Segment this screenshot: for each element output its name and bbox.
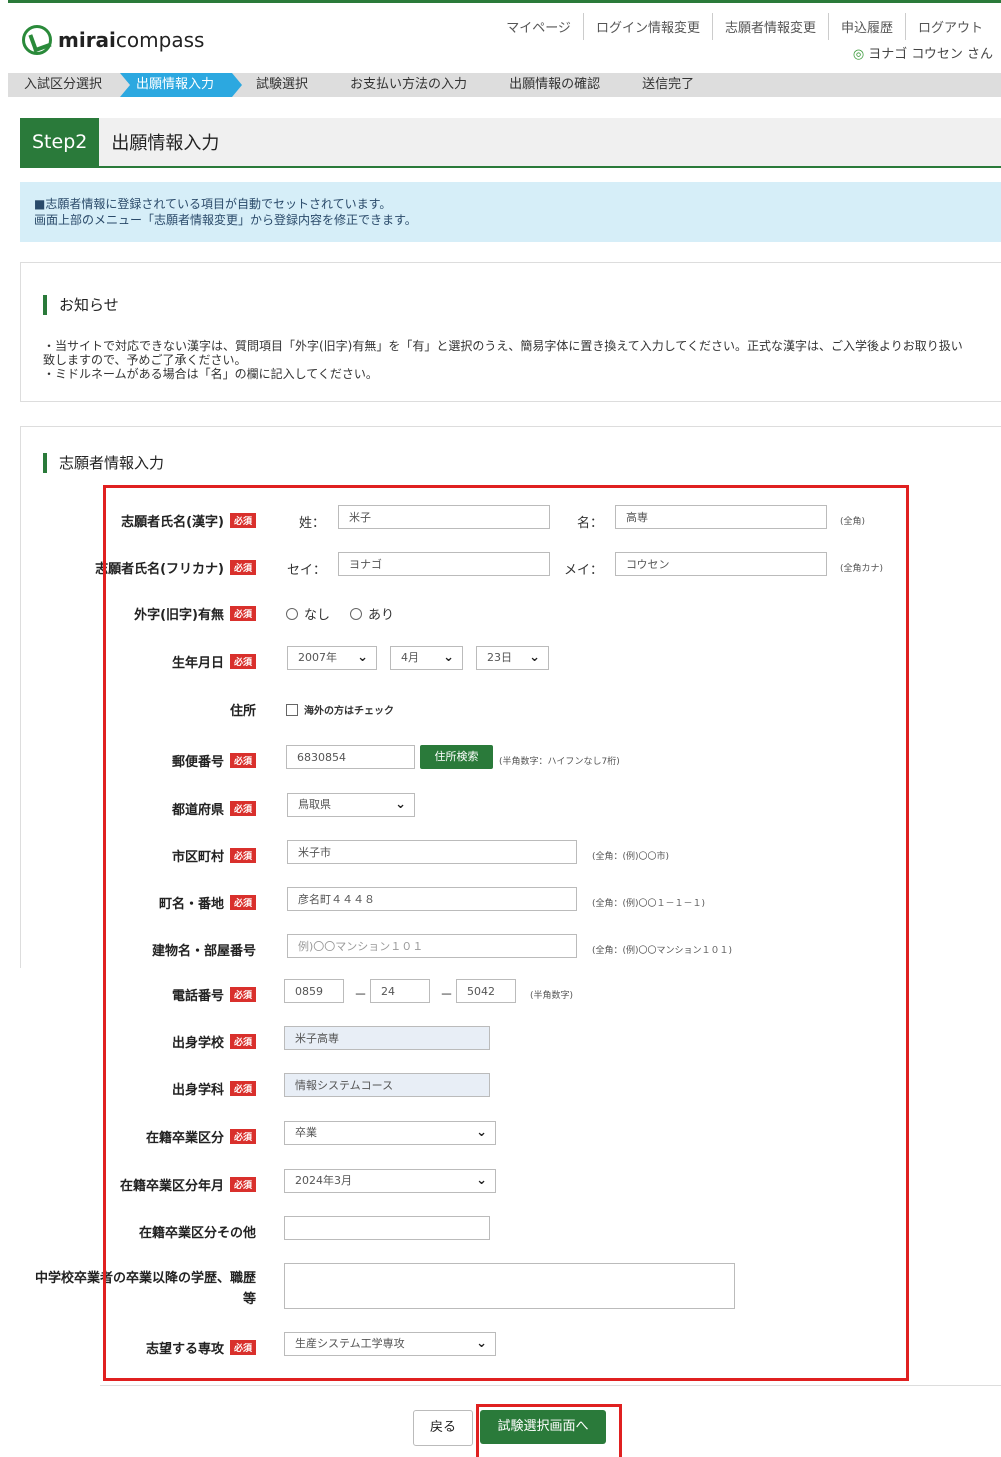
step-number: Step2 xyxy=(20,118,100,166)
logo[interactable]: miraicompass xyxy=(22,25,204,55)
nav-logout[interactable]: ログアウト xyxy=(904,13,995,40)
info-line-2: 画面上部のメニュー「志願者情報変更」から登録内容を修正できます。 xyxy=(34,213,417,227)
form-title: 志願者情報入力 xyxy=(43,453,164,473)
logo-mark-icon xyxy=(22,25,52,55)
nav-history[interactable]: 申込履歴 xyxy=(827,13,905,40)
progress-steps: 入試区分選択 出願情報入力 試験選択 お支払い方法の入力 出願情報の確認 送信完… xyxy=(8,73,1001,97)
notice-title: お知らせ xyxy=(43,295,119,315)
nav-login-change[interactable]: ログイン情報変更 xyxy=(582,13,712,40)
step-6: 送信完了 xyxy=(618,73,723,97)
nav-mypage[interactable]: マイページ xyxy=(494,13,583,40)
notice-line-3: ・ミドルネームがある場合は「名」の欄に記入してください。 xyxy=(43,367,378,381)
user-icon: ◎ xyxy=(852,47,865,62)
page-title: 出願情報入力 xyxy=(111,133,220,154)
notice-line-1: ・当サイトで対応できない漢字は、質問項目「外字(旧字)有無」を「有」と選択のうえ… xyxy=(43,339,963,353)
info-line-1: ■志願者情報に登録されている項目が自動でセットされています。 xyxy=(34,197,392,211)
step-heading: Step2 出願情報入力 xyxy=(20,118,1001,168)
notice-line-2: 致しますので、予めご了承ください。 xyxy=(43,353,247,367)
notice-text: ・当サイトで対応できない漢字は、質問項目「外字(旧字)有無」を「有」と選択のうえ… xyxy=(43,339,985,381)
info-box: ■志願者情報に登録されている項目が自動でセットされています。 画面上部のメニュー… xyxy=(20,182,1001,242)
highlight-form-box xyxy=(103,485,909,1381)
nav-applicant-change[interactable]: 志願者情報変更 xyxy=(711,13,828,40)
step-1: 入試区分選択 xyxy=(8,73,131,97)
header: miraicompass マイページ ログイン情報変更 志願者情報変更 申込履歴… xyxy=(8,0,1001,73)
step-5: 出願情報の確認 xyxy=(485,73,629,97)
step-4: お支払い方法の入力 xyxy=(326,73,496,97)
user-name: ◎ ヨナゴ コウセン さん xyxy=(852,47,993,62)
highlight-next-button xyxy=(476,1404,622,1457)
back-button[interactable]: 戻る xyxy=(413,1410,473,1446)
step-2-active: 出願情報入力 xyxy=(120,73,243,97)
logo-text: miraicompass xyxy=(58,28,205,52)
top-nav: マイページ ログイン情報変更 志願者情報変更 申込履歴 ログアウト xyxy=(494,13,995,40)
notice-panel: お知らせ ・当サイトで対応できない漢字は、質問項目「外字(旧字)有無」を「有」と… xyxy=(20,262,1001,402)
step-3: 試験選択 xyxy=(232,73,337,97)
